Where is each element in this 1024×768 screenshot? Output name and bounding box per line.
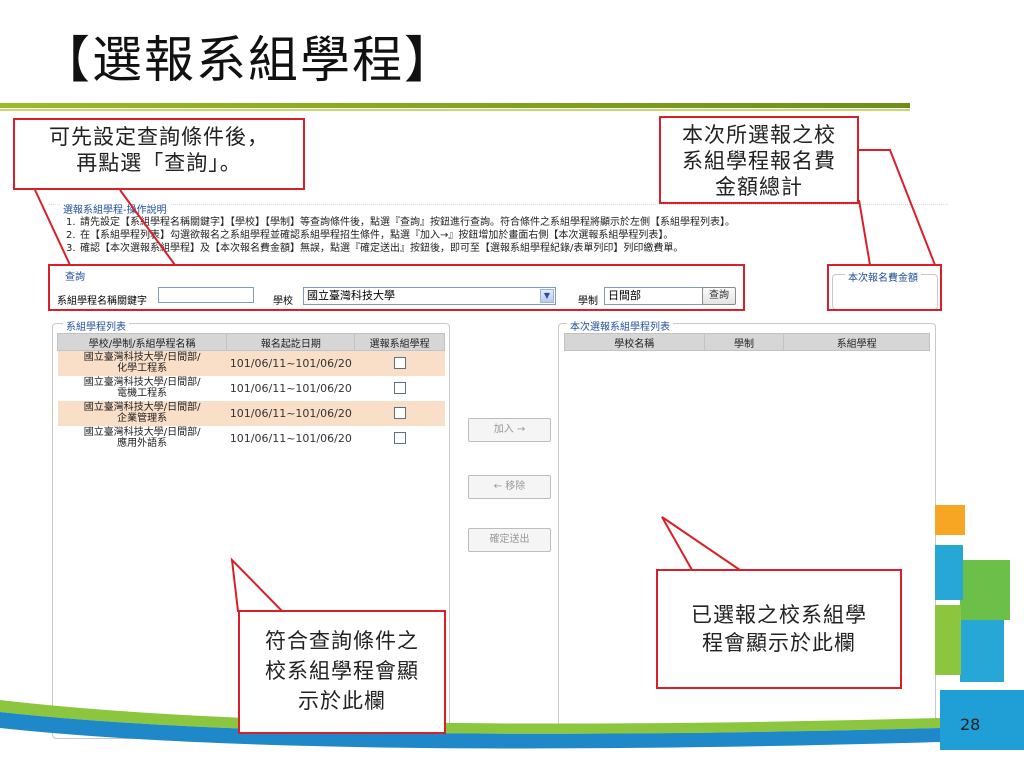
callout-line: 系組學程報名費 <box>682 149 836 173</box>
decor-block <box>935 505 965 535</box>
callout-fee-hint: 本次所選報之校 系組學程報名費 金額總計 <box>659 116 859 204</box>
query-pointer <box>119 189 176 266</box>
callout-line: 程會顯示於此欄 <box>702 631 856 655</box>
query-pointer <box>34 189 71 266</box>
decor-block <box>960 620 1004 682</box>
callout-line: 示於此欄 <box>298 689 386 713</box>
callout-line: 符合查詢條件之 <box>265 629 419 653</box>
decor-block <box>940 690 1024 750</box>
callout-list-hint: 符合查詢條件之 校系組學程會顯 示於此欄 <box>238 610 446 734</box>
decor-block <box>960 560 1010 620</box>
fee-pointer <box>859 149 936 266</box>
callout-selected-hint: 已選報之校系組學 程會顯示於此欄 <box>656 569 902 689</box>
callout-line: 再點選「查詢」。 <box>76 151 242 175</box>
decor-block <box>935 545 963 600</box>
callout-line: 可先設定查詢條件後， <box>49 125 269 149</box>
page-number: 28 <box>960 715 981 734</box>
decor-block <box>935 605 961 675</box>
list-callout-tail <box>230 557 285 612</box>
fee-pointer <box>858 199 871 266</box>
callout-line: 已選報之校系組學 <box>691 603 867 627</box>
callout-line: 校系組學程會顯 <box>265 659 419 683</box>
callout-line: 本次所選報之校 <box>682 123 836 147</box>
callout-query-hint: 可先設定查詢條件後， 再點選「查詢」。 <box>13 118 305 190</box>
selected-callout-tail <box>661 516 744 571</box>
callout-line: 金額總計 <box>715 175 803 199</box>
